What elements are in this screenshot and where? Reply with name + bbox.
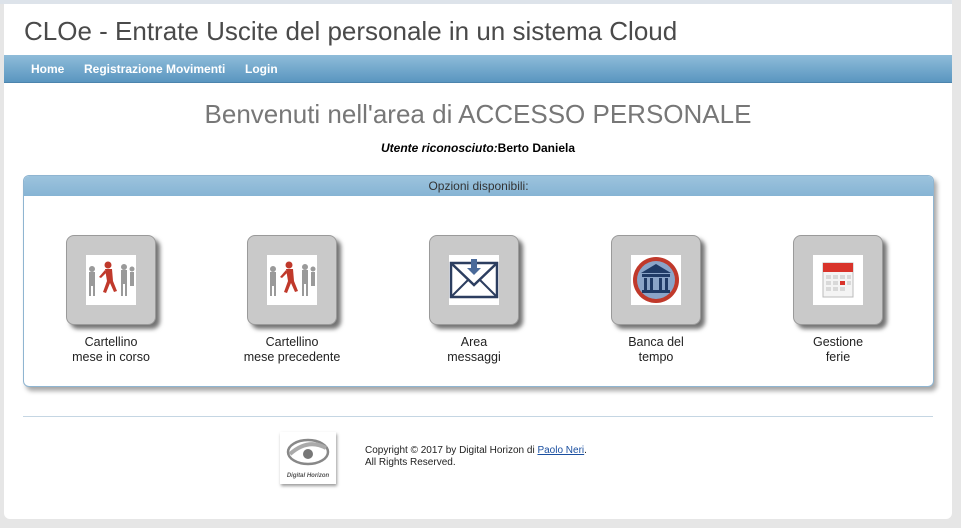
option-label: Banca del tempo (591, 335, 721, 365)
option-label-line2: ferie (825, 350, 851, 364)
option-gestione-ferie[interactable]: Gestione ferie (773, 235, 903, 365)
digital-horizon-logo: Digital Horizon (280, 432, 336, 484)
copyright-prefix: Copyright © 2017 by Digital Horizon di (365, 445, 538, 456)
option-label-line2: messaggi (447, 350, 501, 364)
page-container: CLOe - Entrate Uscite del personale in u… (4, 4, 952, 519)
option-label-line1: Cartellino (84, 335, 138, 349)
welcome-heading: Benvenuti nell'area di ACCESSO PERSONALE (204, 99, 752, 129)
rights-line: All Rights Reserved. (365, 457, 456, 468)
option-icon-box[interactable] (611, 235, 701, 325)
app-title: CLOe - Entrate Uscite del personale in u… (24, 16, 678, 46)
nav-home-link[interactable]: Home (31, 62, 64, 76)
option-icon-box[interactable] (247, 235, 337, 325)
logo-text: Digital Horizon (287, 473, 330, 479)
option-label: Cartellino mese precedente (227, 335, 357, 365)
options-panel: Opzioni disponibili: Cartellino mese in … (23, 175, 934, 387)
envelope-icon (449, 255, 499, 305)
nav-registrazione-link[interactable]: Registrazione Movimenti (84, 62, 225, 76)
navbar: Home Registrazione Movimenti Login (4, 55, 952, 83)
running-people-icon (267, 255, 317, 305)
option-area-messaggi[interactable]: Area messaggi (409, 235, 539, 365)
footer-copyright: Copyright © 2017 by Digital Horizon di P… (365, 445, 587, 469)
option-label-line1: Cartellino (265, 335, 319, 349)
author-link[interactable]: Paolo Neri (537, 445, 584, 456)
option-cartellino-mese-corso[interactable]: Cartellino mese in corso (46, 235, 176, 365)
window-edge (952, 0, 961, 528)
option-label-line2: mese precedente (243, 350, 341, 364)
calendar-icon (813, 255, 863, 305)
option-label-line2: mese in corso (72, 350, 150, 364)
option-cartellino-mese-precedente[interactable]: Cartellino mese precedente (227, 235, 357, 365)
user-label: Utente riconosciuto: (380, 141, 498, 155)
footer-divider (23, 416, 933, 417)
time-bank-icon (631, 255, 681, 305)
option-icon-box[interactable] (429, 235, 519, 325)
user-name: Berto Daniela (497, 141, 576, 155)
running-people-icon (86, 255, 136, 305)
option-label: Gestione ferie (773, 335, 903, 365)
option-icon-box[interactable] (66, 235, 156, 325)
option-label: Area messaggi (409, 335, 539, 365)
option-label: Cartellino mese in corso (46, 335, 176, 365)
nav-login-link[interactable]: Login (245, 62, 278, 76)
copyright-line: Copyright © 2017 by Digital Horizon di P… (365, 445, 587, 457)
user-line: Utente riconosciuto:Berto Daniela (4, 141, 952, 155)
option-icon-box[interactable] (793, 235, 883, 325)
copyright-suffix: . (584, 445, 587, 456)
options-header: Opzioni disponibili: (24, 176, 933, 196)
option-label-line2: tempo (638, 350, 674, 364)
option-label-line1: Gestione (812, 335, 864, 349)
option-banca-del-tempo[interactable]: Banca del tempo (591, 235, 721, 365)
option-label-line1: Area (460, 335, 488, 349)
option-label-line1: Banca del (628, 335, 684, 349)
